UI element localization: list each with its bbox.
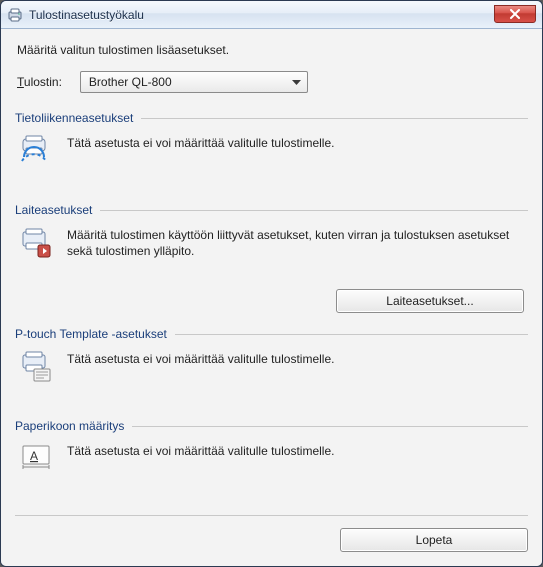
window: Tulostinasetustyökalu Määritä valitun tu…: [0, 0, 543, 567]
group-header: Tietoliikenneasetukset: [15, 111, 528, 125]
titlebar[interactable]: Tulostinasetustyökalu: [1, 1, 542, 29]
group-device: Laiteasetukset Määritä tulostimen käyttö…: [15, 203, 528, 315]
network-printer-icon: [19, 135, 53, 165]
client-area: Määritä valitun tulostimen lisäasetukset…: [1, 29, 542, 566]
template-printer-icon: [19, 351, 53, 383]
group-desc: Määritä tulostimen käyttöön liittyvät as…: [67, 227, 524, 259]
button-label: Laiteasetukset...: [386, 294, 473, 308]
printer-combo[interactable]: Brother QL-800: [80, 71, 308, 93]
group-ptouch: P-touch Template -asetukset Tätä asetu: [15, 327, 528, 407]
intro-text: Määritä valitun tulostimen lisäasetukset…: [17, 43, 528, 57]
divider: [132, 426, 528, 427]
device-settings-icon: [19, 227, 53, 259]
chevron-down-icon: [292, 75, 301, 89]
group-title: Laiteasetukset: [15, 203, 92, 217]
button-label: Lopeta: [416, 533, 453, 547]
footer: Lopeta: [15, 515, 528, 552]
group-title: P-touch Template -asetukset: [15, 327, 167, 341]
group-comm: Tietoliikenneasetukset Tätä asetusta ei …: [15, 111, 528, 191]
svg-text:A: A: [30, 449, 38, 463]
group-header: Paperikoon määritys: [15, 419, 528, 433]
group-header: P-touch Template -asetukset: [15, 327, 528, 341]
divider: [141, 118, 528, 119]
paper-size-icon: A: [19, 443, 53, 469]
group-desc: Tätä asetusta ei voi määrittää valitulle…: [67, 135, 524, 151]
printer-combo-value: Brother QL-800: [89, 75, 172, 89]
divider: [100, 210, 528, 211]
printer-row: Tulostin: Brother QL-800: [17, 71, 528, 93]
device-settings-button[interactable]: Laiteasetukset...: [336, 289, 524, 313]
exit-button[interactable]: Lopeta: [340, 528, 528, 552]
group-header: Laiteasetukset: [15, 203, 528, 217]
group-desc: Tätä asetusta ei voi määrittää valitulle…: [67, 443, 524, 459]
close-icon: [509, 9, 521, 19]
group-paper: Paperikoon määritys A Tätä asetusta ei v…: [15, 419, 528, 499]
group-title: Paperikoon määritys: [15, 419, 124, 433]
window-title: Tulostinasetustyökalu: [29, 8, 144, 22]
printer-label: Tulostin:: [17, 75, 62, 89]
group-title: Tietoliikenneasetukset: [15, 111, 133, 125]
group-desc: Tätä asetusta ei voi määrittää valitulle…: [67, 351, 524, 367]
close-button[interactable]: [494, 5, 536, 23]
divider: [175, 334, 528, 335]
app-icon: [7, 7, 23, 23]
